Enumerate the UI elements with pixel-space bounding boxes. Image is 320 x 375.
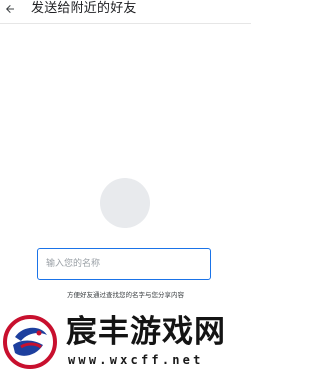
watermark-logo-icon — [3, 315, 57, 369]
top-app-bar: 发送给附近的好友 — [0, 0, 251, 24]
watermark-brand: 宸丰游戏网 — [66, 314, 226, 350]
watermark-url: www.wxcff.net — [68, 353, 204, 367]
name-input[interactable] — [37, 248, 211, 280]
page-title: 发送给附近的好友 — [31, 1, 137, 16]
header-divider — [0, 23, 251, 24]
arrow-left-icon — [6, 5, 14, 13]
avatar[interactable] — [100, 178, 150, 228]
name-hint: 方便好友通过查找您的名字与您分享内容 — [67, 291, 184, 299]
back-button[interactable] — [2, 1, 18, 17]
watermark: 宸丰游戏网 www.wxcff.net — [0, 306, 251, 375]
